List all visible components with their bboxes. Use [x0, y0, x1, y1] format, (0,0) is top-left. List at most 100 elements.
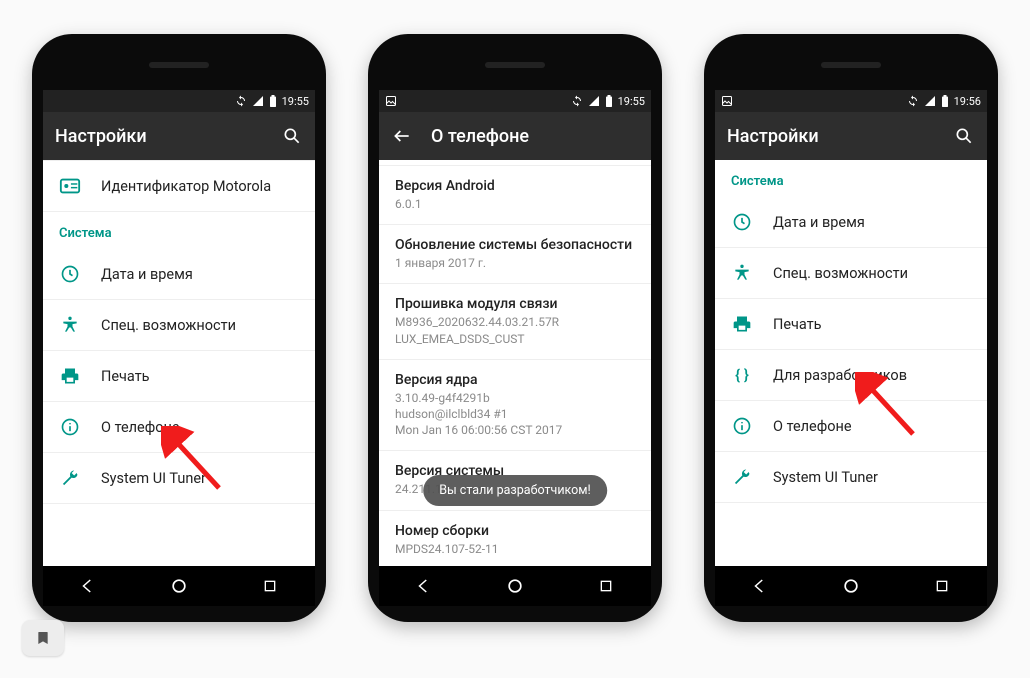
search-button[interactable]: [953, 125, 975, 147]
info-sub: 3.10.49-g4f4291b hudson@ilclbld34 #1 Mon…: [395, 390, 635, 439]
screen: 19:55 Настройки Идентификатор Motorola С…: [43, 90, 315, 606]
nav-recents[interactable]: [922, 566, 962, 606]
wrench-icon: [59, 467, 81, 489]
stage: 19:55 Настройки Идентификатор Motorola С…: [0, 0, 1030, 678]
phone-3: 19:56 Настройки Система Дата и время Спе…: [704, 34, 998, 622]
app-bar: Настройки: [715, 112, 987, 160]
app-bar: Настройки: [43, 112, 315, 160]
wrench-icon: [731, 466, 753, 488]
battery-icon: [605, 95, 613, 107]
row-about-phone[interactable]: О телефоне: [43, 402, 315, 453]
row-print[interactable]: Печать: [43, 351, 315, 402]
row-label: Дата и время: [773, 214, 865, 231]
nav-back[interactable]: [68, 566, 108, 606]
section-header-system: Система: [43, 212, 315, 249]
content: Система Дата и время Спец. возможности П…: [715, 160, 987, 566]
picture-icon: [385, 95, 397, 107]
battery-icon: [941, 95, 949, 107]
info-title: Версия Android: [395, 178, 635, 194]
info-icon: [59, 416, 81, 438]
info-build-number[interactable]: Номер сборки MPDS24.107-52-11: [379, 511, 651, 567]
sync-icon: [571, 95, 583, 107]
accessibility-icon: [731, 262, 753, 284]
info-android-version[interactable]: Версия Android 6.0.1: [379, 166, 651, 225]
nav-recents[interactable]: [250, 566, 290, 606]
sync-icon: [907, 95, 919, 107]
search-button[interactable]: [281, 125, 303, 147]
accessibility-icon: [59, 314, 81, 336]
id-card-icon: [59, 175, 81, 197]
section-header-system: Система: [715, 160, 987, 197]
screen: 19:55 О телефоне Версия Android 6.0.1 Об…: [379, 90, 651, 606]
app-bar: О телефоне: [379, 112, 651, 160]
row-label: Дата и время: [101, 266, 193, 283]
info-baseband[interactable]: Прошивка модуля связи M8936_2020632.44.0…: [379, 284, 651, 359]
row-accessibility[interactable]: Спец. возможности: [715, 248, 987, 299]
status-bar: 19:56: [715, 90, 987, 112]
row-date-time[interactable]: Дата и время: [43, 249, 315, 300]
info-title: Версия ядра: [395, 372, 635, 388]
nav-recents[interactable]: [586, 566, 626, 606]
info-security-patch[interactable]: Обновление системы безопасности 1 января…: [379, 225, 651, 284]
info-title: Обновление системы безопасности: [395, 237, 635, 253]
print-icon: [59, 365, 81, 387]
row-motorola-id[interactable]: Идентификатор Motorola: [43, 160, 315, 212]
phone-2: 19:55 О телефоне Версия Android 6.0.1 Об…: [368, 34, 662, 622]
row-about-phone[interactable]: О телефоне: [715, 401, 987, 452]
info-kernel[interactable]: Версия ядра 3.10.49-g4f4291b hudson@ilcl…: [379, 360, 651, 452]
info-sub: 6.0.1: [395, 196, 635, 212]
braces-icon: { }: [731, 364, 753, 386]
status-bar: 19:55: [43, 90, 315, 112]
app-bar-title: Настройки: [55, 126, 263, 147]
row-label: Идентификатор Motorola: [101, 178, 271, 195]
signal-icon: [252, 95, 264, 107]
row-developer-options[interactable]: { } Для разработчиков: [715, 350, 987, 401]
row-system-ui-tuner[interactable]: System UI Tuner: [715, 452, 987, 503]
app-bar-title: Настройки: [727, 126, 935, 147]
info-sub: MPDS24.107-52-11: [395, 541, 635, 557]
toast-developer: Вы стали разработчиком!: [423, 475, 607, 506]
row-print[interactable]: Печать: [715, 299, 987, 350]
row-date-time[interactable]: Дата и время: [715, 197, 987, 248]
info-icon: [731, 415, 753, 437]
row-label: Для разработчиков: [773, 367, 907, 384]
clock-icon: [731, 211, 753, 233]
signal-icon: [588, 95, 600, 107]
row-label: Спец. возможности: [101, 317, 236, 334]
row-label: System UI Tuner: [101, 470, 206, 487]
back-button[interactable]: [391, 125, 413, 147]
row-label: О телефоне: [773, 418, 852, 435]
bookmark-chip[interactable]: [22, 620, 64, 656]
status-bar: 19:55: [379, 90, 651, 112]
row-label: О телефоне: [101, 419, 180, 436]
info-sub: M8936_2020632.44.03.21.57R LUX_EMEA_DSDS…: [395, 314, 635, 346]
picture-icon: [721, 95, 733, 107]
nav-back[interactable]: [740, 566, 780, 606]
battery-icon: [269, 95, 277, 107]
info-sub: 1 января 2017 г.: [395, 255, 635, 271]
signal-icon: [924, 95, 936, 107]
nav-bar: [715, 566, 987, 606]
nav-back[interactable]: [404, 566, 444, 606]
clock-text: 19:55: [282, 95, 309, 108]
clock-icon: [59, 263, 81, 285]
content: Идентификатор Motorola Система Дата и вр…: [43, 160, 315, 566]
content: Версия Android 6.0.1 Обновление системы …: [379, 160, 651, 566]
row-label: Печать: [101, 368, 150, 385]
speaker: [149, 62, 209, 68]
info-title: Прошивка модуля связи: [395, 296, 635, 312]
row-label: Печать: [773, 316, 822, 333]
row-label: System UI Tuner: [773, 469, 878, 486]
sync-icon: [235, 95, 247, 107]
row-accessibility[interactable]: Спец. возможности: [43, 300, 315, 351]
speaker: [821, 62, 881, 68]
nav-home[interactable]: [495, 566, 535, 606]
nav-home[interactable]: [831, 566, 871, 606]
nav-home[interactable]: [159, 566, 199, 606]
app-bar-title: О телефоне: [431, 126, 639, 147]
print-icon: [731, 313, 753, 335]
row-system-ui-tuner[interactable]: System UI Tuner: [43, 453, 315, 504]
speaker: [485, 62, 545, 68]
nav-bar: [379, 566, 651, 606]
nav-bar: [43, 566, 315, 606]
